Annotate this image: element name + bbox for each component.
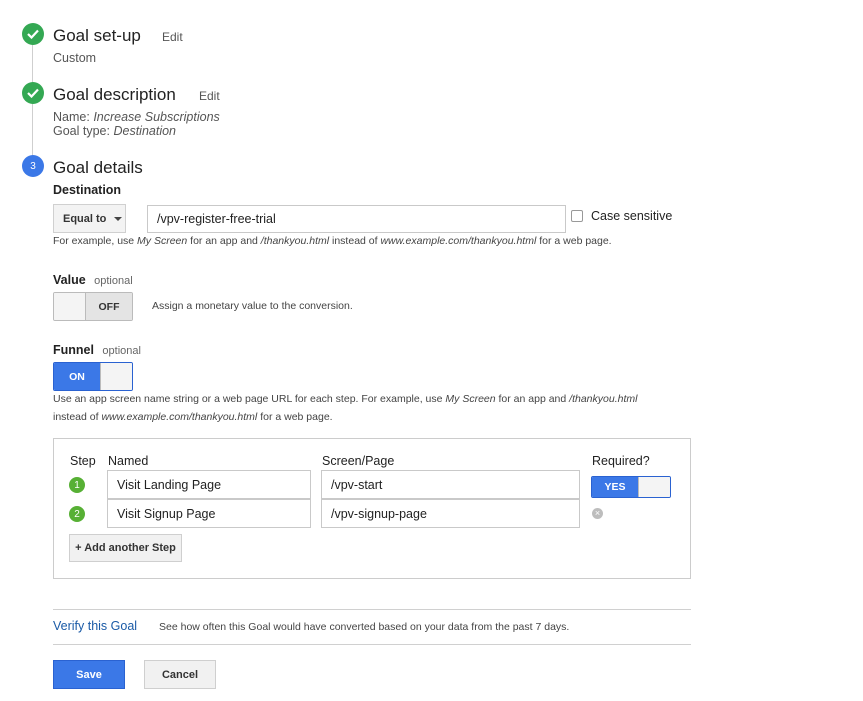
value-description: Assign a monetary value to the conversio…	[152, 300, 353, 312]
funnel-toggle-state: ON	[54, 363, 100, 390]
funnel-step-number: 2	[69, 506, 85, 522]
goal-setup-edit-link[interactable]: Edit	[162, 30, 183, 44]
hint-example: My Screen	[445, 393, 496, 405]
hint-example: www.example.com/thankyou.html	[101, 411, 258, 423]
required-toggle-state: YES	[592, 477, 638, 497]
divider	[53, 644, 691, 645]
hint-text: for a web page.	[257, 411, 333, 423]
hint-example: /thankyou.html	[260, 235, 330, 247]
hint-example: My Screen	[137, 235, 188, 247]
column-header-step: Step	[70, 454, 96, 468]
divider	[53, 609, 691, 610]
step-number-badge: 3	[22, 155, 44, 177]
value-toggle[interactable]: OFF	[53, 292, 133, 321]
funnel-label: Funnel	[53, 343, 94, 357]
progress-line-2	[32, 103, 33, 156]
value-heading: Value optional	[53, 271, 133, 289]
funnel-step-screen-input[interactable]: /vpv-start	[321, 470, 580, 499]
goal-description-title: Goal description	[53, 85, 176, 104]
toggle-knob	[54, 293, 86, 320]
goal-name-label: Name:	[53, 110, 90, 124]
destination-label: Destination	[53, 183, 122, 197]
hint-text: for an app and	[495, 393, 570, 405]
value-label: Value	[53, 273, 86, 287]
verify-goal-link[interactable]: Verify this Goal	[53, 619, 137, 633]
required-toggle[interactable]: YES	[591, 476, 671, 498]
goal-details-title: Goal details	[53, 158, 143, 177]
hint-text: Use an app screen name string or a web p…	[53, 393, 446, 405]
funnel-optional: optional	[102, 345, 141, 357]
funnel-toggle[interactable]: ON	[53, 362, 133, 391]
checkmark-icon	[22, 23, 44, 45]
save-button[interactable]: Save	[53, 660, 125, 689]
column-header-screen: Screen/Page	[322, 454, 395, 468]
destination-input[interactable]: /vpv-register-free-trial	[147, 205, 566, 233]
destination-hint: For example, use My Screen for an app an…	[53, 232, 612, 250]
hint-text: For example, use	[53, 235, 138, 247]
goal-setup-value: Custom	[53, 51, 97, 65]
hint-example: /thankyou.html	[569, 393, 638, 405]
funnel-hint-line-2: instead of www.example.com/thankyou.html…	[53, 408, 333, 426]
hint-example: www.example.com/thankyou.html	[380, 235, 537, 247]
cancel-button[interactable]: Cancel	[144, 660, 216, 689]
hint-text: for a web page.	[536, 235, 612, 247]
remove-step-icon[interactable]: ×	[592, 508, 603, 519]
funnel-step-name-input[interactable]: Visit Signup Page	[107, 499, 311, 528]
column-header-named: Named	[108, 454, 149, 468]
value-optional: optional	[94, 275, 133, 287]
goal-type-line: Goal type: Destination	[53, 124, 176, 138]
funnel-step-number: 1	[69, 477, 85, 493]
verify-description: See how often this Goal would have conve…	[159, 621, 570, 633]
goal-type-label: Goal type:	[53, 124, 110, 138]
goal-setup-title: Goal set-up	[53, 26, 141, 45]
toggle-knob	[100, 363, 132, 390]
case-sensitive-label: Case sensitive	[591, 209, 673, 223]
funnel-heading: Funnel optional	[53, 341, 141, 359]
goal-name-line: Name: Increase Subscriptions	[53, 110, 220, 124]
value-toggle-state: OFF	[86, 293, 132, 320]
goal-name-value: Increase Subscriptions	[93, 110, 220, 124]
goal-description-edit-link[interactable]: Edit	[199, 89, 220, 103]
hint-text: for an app and	[187, 235, 261, 247]
funnel-step-name-input[interactable]: Visit Landing Page	[107, 470, 311, 499]
match-type-dropdown[interactable]: Equal to	[53, 204, 126, 233]
column-header-required: Required?	[592, 454, 650, 468]
funnel-hint-line-1: Use an app screen name string or a web p…	[53, 390, 637, 408]
hint-text: instead of	[53, 411, 102, 423]
chevron-down-icon	[114, 216, 123, 221]
add-step-button[interactable]: + Add another Step	[69, 534, 182, 562]
match-type-value: Equal to	[63, 212, 107, 225]
case-sensitive-checkbox[interactable]	[571, 210, 583, 222]
toggle-knob	[638, 477, 670, 497]
checkmark-icon	[22, 82, 44, 104]
funnel-step-screen-input[interactable]: /vpv-signup-page	[321, 499, 580, 528]
progress-line-1	[32, 44, 33, 84]
goal-type-value: Destination	[113, 124, 177, 138]
hint-text: instead of	[329, 235, 381, 247]
